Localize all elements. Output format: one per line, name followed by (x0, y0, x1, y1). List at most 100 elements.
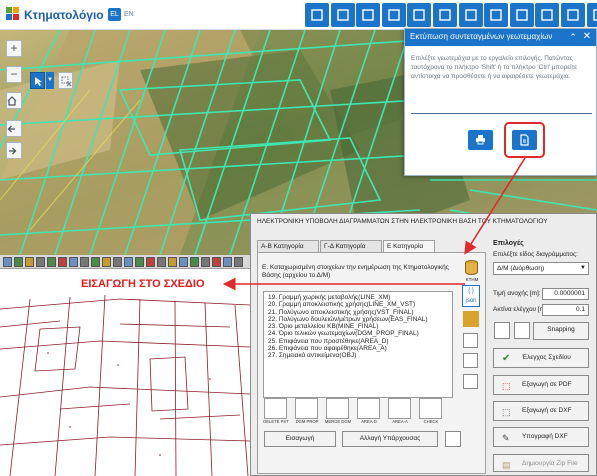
export-pdf-button[interactable]: ⬚ Εξαγωγή σε PDF (493, 375, 589, 395)
print-tool-button[interactable] (509, 3, 534, 27)
image-tool-button[interactable] (407, 3, 432, 27)
cad-tool-icon[interactable] (212, 257, 221, 267)
dgm-prop-button[interactable] (295, 398, 318, 419)
cad-tool-icon[interactable] (146, 257, 155, 267)
tool-a-button[interactable] (494, 322, 510, 339)
document-tool-button[interactable] (561, 3, 585, 27)
cadastre-import-icon[interactable] (463, 311, 479, 327)
list-item[interactable]: 20. Γραμμή αποκλειστικής χρήσης(LINE_XM_… (268, 301, 452, 308)
close-dialog-icon[interactable] (445, 431, 461, 447)
list-item[interactable]: 25. Επιφάνεια που προστέθηκε(AREA_D) (268, 338, 452, 345)
cad-drawing[interactable] (0, 269, 260, 476)
merge-dgm-button[interactable] (326, 398, 349, 419)
tolerance-label: Τιμή ανοχής [m]: (493, 290, 541, 297)
cad-tool-icon[interactable] (234, 257, 243, 267)
cad-tool-icon[interactable] (190, 257, 199, 267)
tolerance-input[interactable]: 0.0000001 (542, 288, 589, 300)
zoom-out-button[interactable]: − (6, 66, 22, 83)
map-pin-tool-button[interactable] (586, 3, 597, 27)
json-icon[interactable]: { } json (462, 285, 480, 307)
sign-dxf-button[interactable]: ✎ Υπογραφή DXF (493, 427, 589, 447)
cad-tool-icon[interactable] (135, 257, 144, 267)
insert-button[interactable]: Εισαγωγή (264, 431, 336, 447)
cad-tool-icon[interactable] (124, 257, 133, 267)
cad-drawing-window[interactable]: ΕΙΣΑΓΩΓΗ ΣΤΟ ΣΧΕΔΙΟ (0, 255, 260, 476)
cad-tool-icon[interactable] (102, 257, 111, 267)
cad-tool-icon[interactable] (80, 257, 89, 267)
zoom-in-button[interactable]: + (6, 40, 22, 57)
layer-list[interactable]: 19. Γραμμή χωρικής μεταβολής(LINE_XM) 20… (263, 291, 453, 398)
tab-category-cd[interactable]: Γ-Δ Κατηγορία (320, 240, 382, 252)
list-item[interactable]: 19. Γραμμή χωρικής μεταβολής(LINE_XM) (268, 294, 452, 301)
json-label: json (465, 298, 477, 304)
radius-input[interactable]: 0.1 (542, 304, 589, 316)
database-label: ΚΤΗΜ (465, 277, 479, 282)
ruler-tool-button[interactable] (458, 3, 483, 27)
font-icon[interactable] (463, 353, 478, 368)
create-zip-button[interactable]: ▤ Δημιουργία Zip File (493, 454, 589, 472)
back-button[interactable] (6, 120, 22, 137)
cad-tool-icon[interactable] (69, 257, 78, 267)
clear-selection-button[interactable] (58, 72, 73, 89)
layers-icon (336, 9, 349, 21)
cad-tool-icon[interactable] (47, 257, 56, 267)
tool-b-button[interactable] (514, 322, 530, 339)
home-button[interactable] (6, 92, 22, 109)
forward-button[interactable] (6, 142, 22, 159)
insert-button-label: Εισαγωγή (285, 435, 315, 442)
cad-tool-icon[interactable] (3, 257, 12, 267)
calculator-icon (541, 9, 554, 21)
tab-category-e[interactable]: Ε Κατηγορία (383, 240, 435, 252)
dialog-title: ΗΛΕΚΤΡΟΝΙΚΗ ΥΠΟΒΟΛΗ ΔΙΑΓΡΑΜΜΑΤΩΝ ΣΤΗΝ ΗΛ… (257, 218, 548, 225)
cad-tool-icon[interactable] (179, 257, 188, 267)
book-icon (388, 9, 400, 21)
snapping-label: Snapping (547, 326, 575, 333)
dxf-icon: ⬚ (502, 407, 511, 417)
list-item[interactable]: 21. Πολύγωνο αποκλειστικής χρήσης(VST_FI… (268, 309, 452, 316)
collapse-icon[interactable]: ⌃ (567, 31, 579, 43)
list-item[interactable]: 27. Σημειακά αντικείμενα(OBJ) (268, 352, 452, 359)
check-drawing-button[interactable]: ✔ Έλεγχος Σχεδίου (493, 348, 589, 368)
book-tool-button[interactable] (381, 3, 406, 27)
export-pdf-label: Εξαγωγή σε PDF (522, 381, 572, 388)
layers-tool-button[interactable] (330, 3, 355, 27)
snapping-button[interactable]: Snapping (533, 322, 589, 340)
clipboard-icon[interactable] (463, 333, 478, 348)
cad-tool-icon[interactable] (91, 257, 100, 267)
print-button[interactable] (468, 130, 493, 150)
calculator-tool-button[interactable] (535, 3, 560, 27)
database-icon[interactable] (464, 260, 479, 275)
language-en-button[interactable]: EN (124, 8, 134, 21)
area-d-button[interactable] (357, 398, 380, 419)
layers-icon[interactable] (463, 374, 478, 389)
list-item[interactable]: 24. Όριο τελικών γεωτεμαχίων(DGM_PROP_FI… (268, 330, 452, 337)
chevron-down-icon: ▼ (580, 265, 586, 271)
cad-toolbar (0, 255, 260, 269)
print-icon (516, 9, 528, 21)
export-dxf-button[interactable]: ⬚ Εξαγωγή σε DXF (493, 401, 589, 421)
cad-tool-icon[interactable] (25, 257, 34, 267)
draw-tool-button[interactable] (484, 3, 509, 27)
delete-pst-button[interactable] (264, 398, 287, 419)
cad-tool-icon[interactable] (36, 257, 45, 267)
cad-tool-icon[interactable] (14, 257, 23, 267)
select-tool-dropdown[interactable]: ▼ (46, 72, 54, 89)
cad-tool-icon[interactable] (223, 257, 232, 267)
grid-tool-button[interactable] (305, 3, 329, 27)
cad-tool-icon[interactable] (113, 257, 122, 267)
cad-tool-icon[interactable] (157, 257, 166, 267)
check-button[interactable] (419, 398, 442, 419)
cursor-pencil-tool-button[interactable] (356, 3, 381, 27)
area-a-button[interactable] (388, 398, 411, 419)
cad-tool-icon[interactable] (168, 257, 177, 267)
close-icon[interactable]: ✕ (581, 31, 593, 43)
cad-tool-icon[interactable] (201, 257, 210, 267)
change-existing-button[interactable]: Αλλαγή Υπάρχουσας (342, 431, 438, 447)
fill-tool-button[interactable] (433, 3, 457, 27)
select-tool-button[interactable] (30, 72, 45, 89)
diagram-type-select[interactable]: Δ/Μ (Διόρθωση) ▼ (493, 262, 589, 275)
language-el-button[interactable]: EL (108, 8, 121, 21)
tab-category-ab[interactable]: Α-Β Κατηγορία (257, 240, 319, 252)
panel-title-bar: Εκτύπωση συντεταγμένων γεωτεμαχίων ⌃ ✕ (405, 29, 596, 46)
cad-tool-icon[interactable] (58, 257, 67, 267)
